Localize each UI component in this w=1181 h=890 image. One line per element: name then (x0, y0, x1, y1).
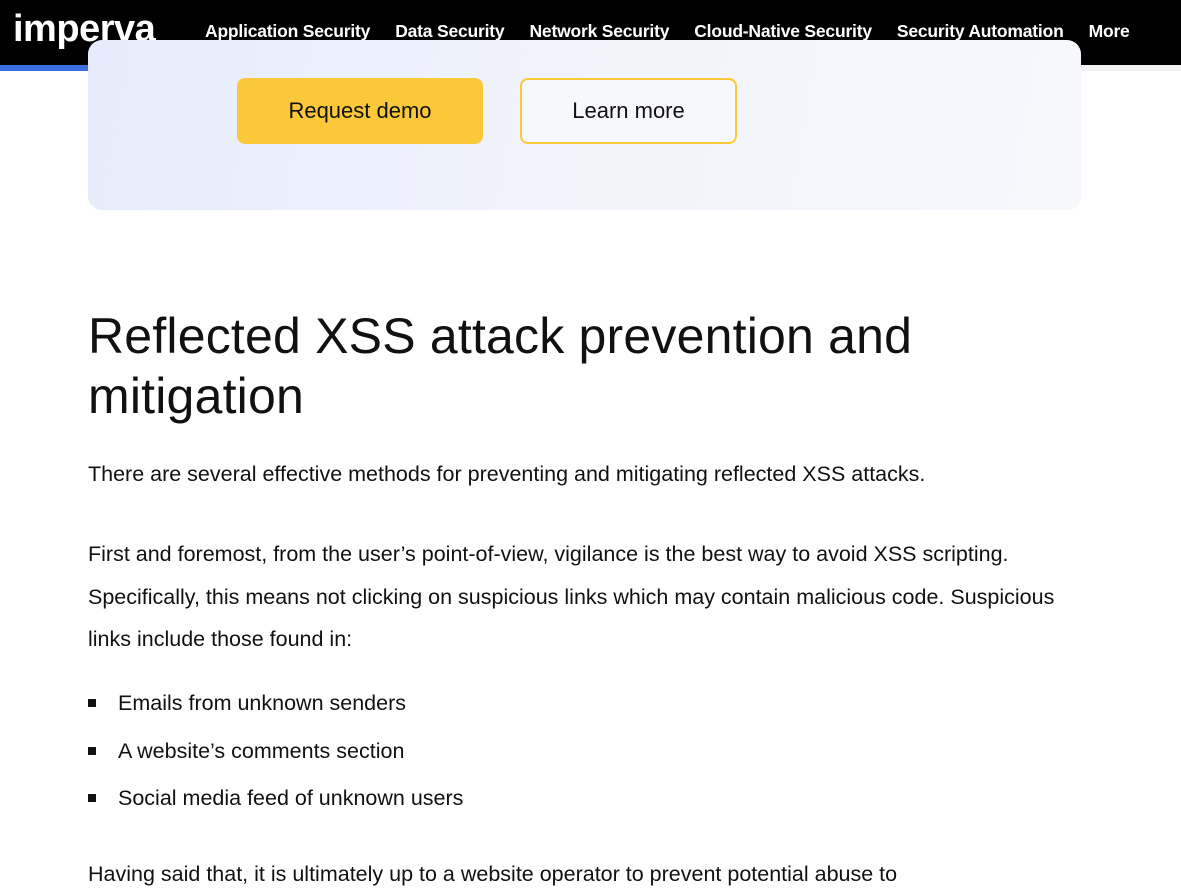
list-item: A website’s comments section (88, 732, 463, 780)
learn-more-button[interactable]: Learn more (520, 78, 737, 144)
intro-paragraph: There are several effective methods for … (88, 462, 926, 486)
list-item-text: A website’s comments section (118, 738, 405, 763)
next-paragraph: Having said that, it is ultimately up to… (88, 862, 898, 886)
list-item: Emails from unknown senders (88, 684, 463, 732)
nav-item-security-automation[interactable]: Security Automation (897, 21, 1064, 42)
square-bullet-icon (88, 794, 96, 802)
square-bullet-icon (88, 699, 96, 707)
nav-item-more[interactable]: More (1089, 21, 1130, 42)
nav-item-data-security[interactable]: Data Security (395, 21, 504, 42)
section-heading: Reflected XSS attack prevention and miti… (88, 308, 913, 424)
nav-item-application-security[interactable]: Application Security (205, 21, 370, 42)
suspicious-links-list: Emails from unknown senders A website’s … (88, 684, 463, 827)
body-paragraph: First and foremost, from the user’s poin… (88, 542, 1055, 651)
nav-item-cloud-native-security[interactable]: Cloud-Native Security (694, 21, 872, 42)
list-item-text: Social media feed of unknown users (118, 786, 464, 810)
list-item-text: Emails from unknown senders (118, 691, 406, 715)
request-demo-button[interactable]: Request demo (237, 78, 483, 144)
nav-item-network-security[interactable]: Network Security (529, 21, 669, 42)
square-bullet-icon (88, 746, 96, 755)
list-item: Social media feed of unknown users (88, 779, 463, 827)
